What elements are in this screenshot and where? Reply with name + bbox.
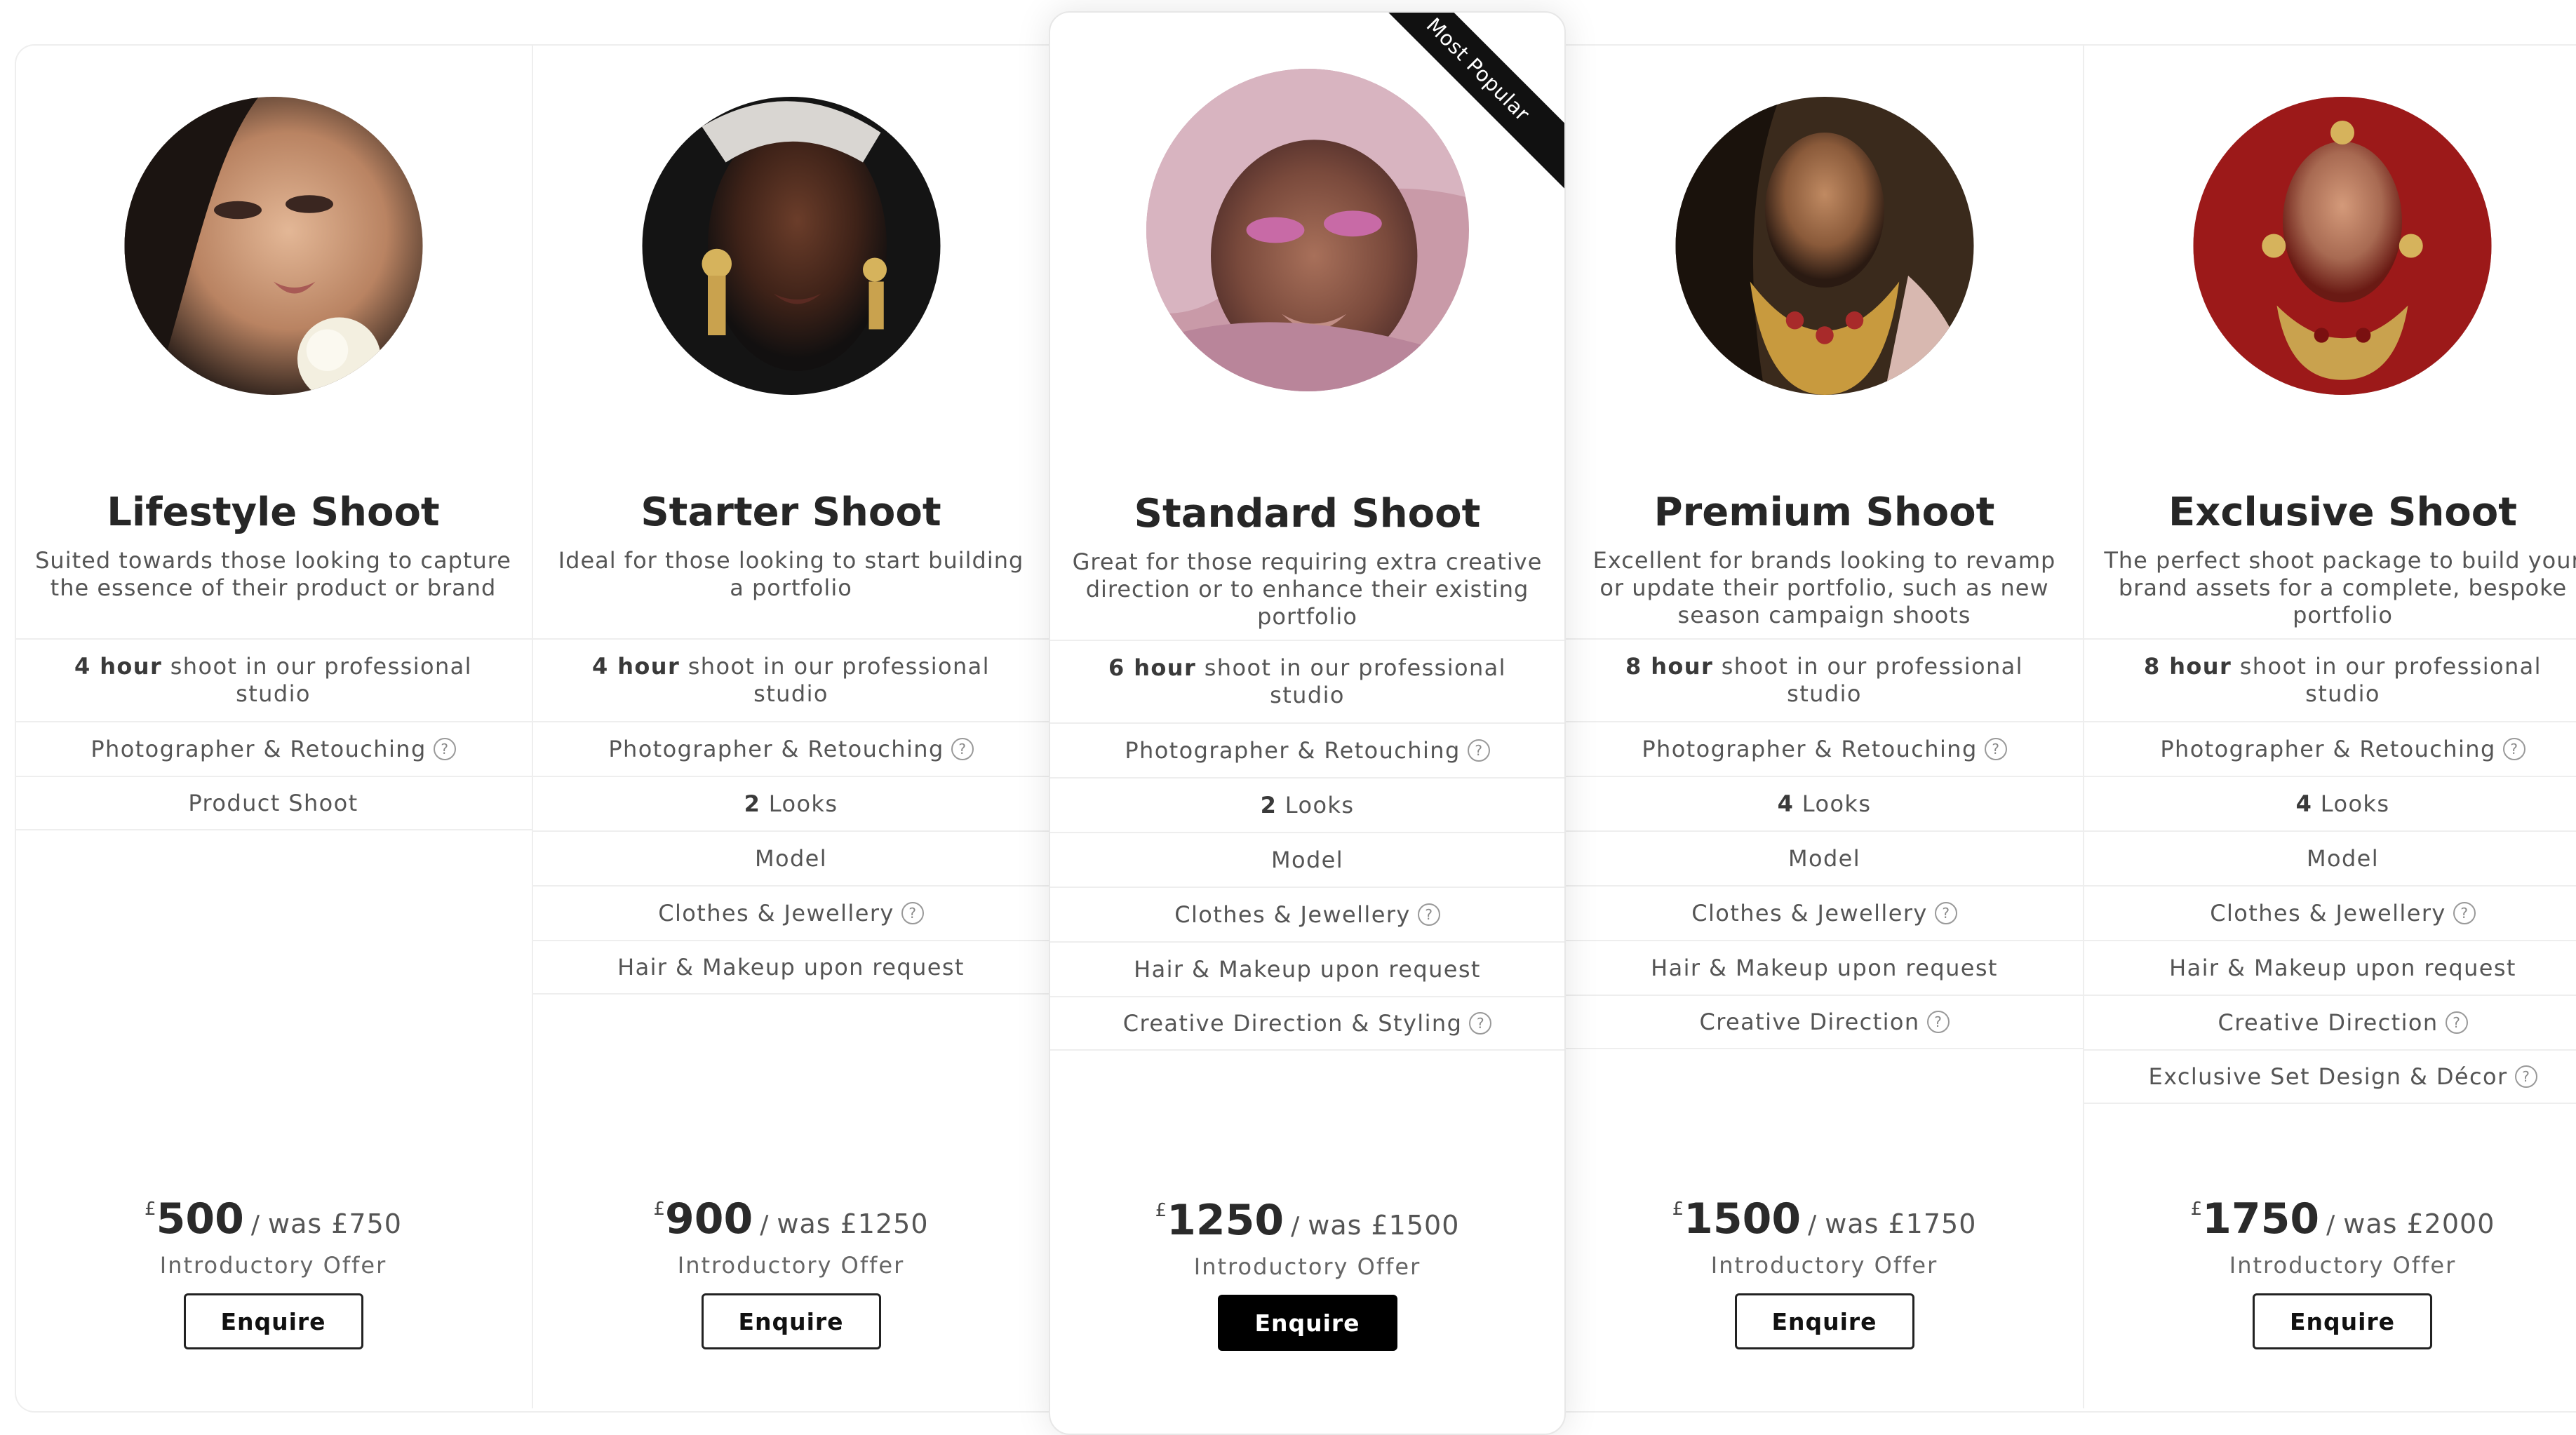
info-icon[interactable]: ? [433, 738, 456, 760]
plan-photo [124, 97, 422, 395]
plan-card-premium: Premium Shoot Excellent for brands looki… [1566, 44, 2083, 1408]
feature-item: 8 hour shoot in our professional studio [2084, 638, 2576, 721]
plan-price: £500/was £750 [145, 1194, 402, 1244]
plan-card-lifestyle: Lifestyle Shoot Suited towards those loo… [15, 44, 532, 1408]
feature-item: Creative Direction? [1566, 995, 2083, 1049]
feature-item: 6 hour shoot in our professional studio [1050, 640, 1564, 722]
plan-description: Suited towards those looking to capture … [35, 547, 511, 601]
info-icon[interactable]: ? [1926, 1011, 1950, 1033]
feature-item: Model [2084, 830, 2576, 885]
enquire-button[interactable]: Enquire [183, 1293, 363, 1349]
feature-list: 8 hour shoot in our professional studio … [2084, 638, 2576, 1104]
feature-item: Photographer & Retouching? [533, 721, 1049, 776]
feature-item: 8 hour shoot in our professional studio [1566, 638, 2083, 721]
feature-item: 4 hour shoot in our professional studio [15, 638, 532, 721]
feature-item: Hair & Makeup upon request [533, 940, 1049, 995]
plan-price: £1750/was £2000 [2190, 1194, 2495, 1244]
plan-title: Starter Shoot [640, 490, 941, 535]
feature-item: Photographer & Retouching? [1566, 721, 2083, 776]
offer-label: Introductory Offer [159, 1252, 387, 1279]
feature-item: Clothes & Jewellery? [1566, 885, 2083, 940]
feature-item: Photographer & Retouching? [15, 721, 532, 776]
offer-label: Introductory Offer [2229, 1252, 2457, 1279]
info-icon[interactable]: ? [1417, 903, 1440, 926]
feature-item: Product Shoot [15, 776, 532, 830]
feature-item: Photographer & Retouching? [2084, 721, 2576, 776]
offer-label: Introductory Offer [677, 1252, 905, 1279]
plan-title: Lifestyle Shoot [107, 490, 440, 535]
feature-item: Exclusive Set Design & Décor? [2084, 1049, 2576, 1104]
plan-card-exclusive: Exclusive Shoot The perfect shoot packag… [2083, 44, 2576, 1408]
enquire-button[interactable]: Enquire [2253, 1293, 2432, 1349]
feature-item: Model [1566, 830, 2083, 885]
feature-item: 2 Looks [533, 776, 1049, 830]
plan-title: Standard Shoot [1134, 491, 1481, 537]
plan-price: £900/was £1250 [653, 1194, 929, 1244]
enquire-button[interactable]: Enquire [1217, 1295, 1397, 1351]
plan-card-standard: Most Popular Standard Shoot Great for th… [1049, 11, 1566, 1435]
feature-item: 4 hour shoot in our professional studio [533, 638, 1049, 721]
feature-list: 6 hour shoot in our professional studio … [1050, 640, 1564, 1051]
info-icon[interactable]: ? [2514, 1065, 2537, 1088]
plan-title: Premium Shoot [1653, 490, 1995, 535]
feature-item: Clothes & Jewellery? [2084, 885, 2576, 940]
feature-item: Photographer & Retouching? [1050, 722, 1564, 777]
info-icon[interactable]: ? [901, 902, 924, 924]
enquire-button[interactable]: Enquire [1734, 1293, 1914, 1349]
plan-photo [1675, 97, 1973, 395]
plan-photo [2193, 97, 2492, 395]
info-icon[interactable]: ? [2445, 1011, 2468, 1034]
feature-item: Model [533, 830, 1049, 885]
plan-description: Excellent for brands looking to revamp o… [1592, 547, 2056, 628]
plan-title: Exclusive Shoot [2168, 490, 2518, 535]
plan-price: £1250/was £1500 [1155, 1196, 1460, 1245]
feature-item: 4 Looks [1566, 776, 2083, 830]
plan-price: £1500/was £1750 [1672, 1194, 1977, 1244]
info-icon[interactable]: ? [1467, 739, 1490, 762]
plan-card-starter: Starter Shoot Ideal for those looking to… [532, 44, 1049, 1408]
info-icon[interactable]: ? [1984, 738, 2007, 760]
plan-photo [1146, 69, 1469, 391]
feature-list: 8 hour shoot in our professional studio … [1566, 638, 2083, 1049]
plan-photo [642, 97, 940, 395]
feature-list: 4 hour shoot in our professional studio … [15, 638, 532, 830]
plan-description: Great for those requiring extra creative… [1072, 548, 1543, 630]
feature-item: 4 Looks [2084, 776, 2576, 830]
feature-item: Clothes & Jewellery? [533, 885, 1049, 940]
feature-item: Hair & Makeup upon request [2084, 940, 2576, 995]
info-icon[interactable]: ? [2502, 738, 2525, 760]
feature-item: Hair & Makeup upon request [1050, 941, 1564, 996]
feature-item: Creative Direction? [2084, 995, 2576, 1049]
offer-label: Introductory Offer [1193, 1253, 1421, 1280]
plan-description: Ideal for those looking to start buildin… [558, 547, 1024, 601]
feature-item: Model [1050, 832, 1564, 887]
feature-item: Clothes & Jewellery? [1050, 887, 1564, 941]
info-icon[interactable]: ? [1934, 902, 1957, 924]
enquire-button[interactable]: Enquire [701, 1293, 881, 1349]
offer-label: Introductory Offer [1710, 1252, 1938, 1279]
feature-item: Hair & Makeup upon request [1566, 940, 2083, 995]
info-icon[interactable]: ? [2453, 902, 2476, 924]
feature-item: Creative Direction & Styling? [1050, 996, 1564, 1051]
info-icon[interactable]: ? [1469, 1012, 1492, 1035]
info-icon[interactable]: ? [951, 738, 974, 760]
feature-item: 2 Looks [1050, 777, 1564, 832]
plan-description: The perfect shoot package to build your … [2104, 547, 2576, 628]
feature-list: 4 hour shoot in our professional studio … [533, 638, 1049, 995]
